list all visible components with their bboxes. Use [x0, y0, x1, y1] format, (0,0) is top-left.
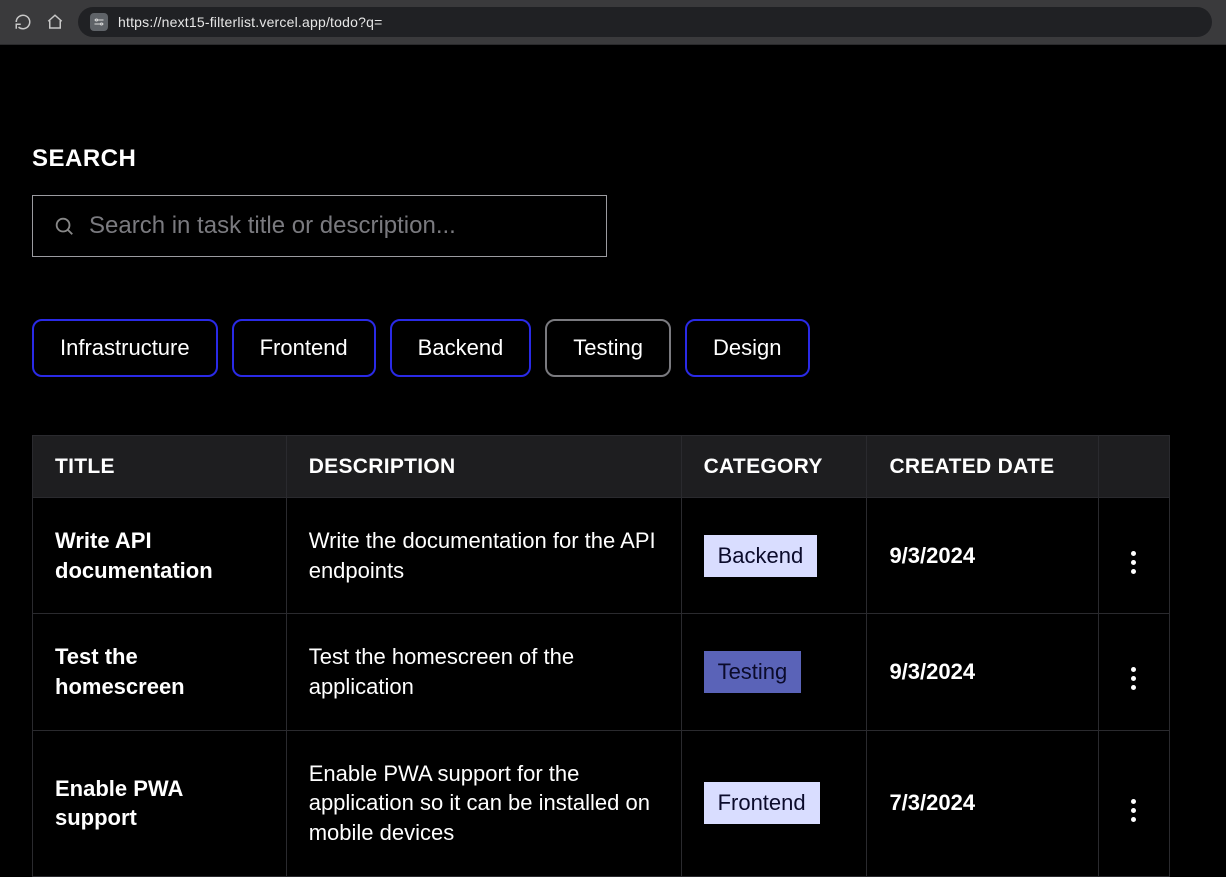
filter-row: Infrastructure Frontend Backend Testing …: [32, 319, 1194, 377]
th-category: CATEGORY: [681, 436, 867, 498]
th-description: DESCRIPTION: [286, 436, 681, 498]
filter-chip-design[interactable]: Design: [685, 319, 809, 377]
table-row: Enable PWA support Enable PWA support fo…: [33, 730, 1170, 876]
row-title: Write API documentation: [33, 498, 287, 614]
page-content: SEARCH Infrastructure Frontend Backend T…: [0, 45, 1226, 877]
filter-chip-backend[interactable]: Backend: [390, 319, 532, 377]
search-icon: [53, 215, 75, 237]
row-created: 9/3/2024: [867, 498, 1099, 614]
row-actions: [1098, 730, 1169, 876]
search-input[interactable]: [89, 212, 586, 240]
search-box[interactable]: [32, 195, 607, 257]
filter-chip-frontend[interactable]: Frontend: [232, 319, 376, 377]
more-menu-button[interactable]: [1121, 549, 1147, 575]
more-menu-button[interactable]: [1121, 666, 1147, 692]
filter-chip-testing[interactable]: Testing: [545, 319, 671, 377]
row-category: Backend: [681, 498, 867, 614]
category-badge: Backend: [704, 535, 818, 577]
row-title: Enable PWA support: [33, 730, 287, 876]
th-created: CREATED DATE: [867, 436, 1099, 498]
reload-icon[interactable]: [14, 13, 32, 31]
category-badge: Testing: [704, 651, 802, 693]
url-text: https://next15-filterlist.vercel.app/tod…: [118, 14, 382, 30]
row-description: Enable PWA support for the application s…: [286, 730, 681, 876]
row-description: Write the documentation for the API endp…: [286, 498, 681, 614]
th-title: TITLE: [33, 436, 287, 498]
tasks-table: TITLE DESCRIPTION CATEGORY CREATED DATE …: [32, 435, 1170, 877]
category-badge: Frontend: [704, 782, 820, 824]
search-label: SEARCH: [32, 145, 1194, 173]
row-actions: [1098, 614, 1169, 730]
browser-toolbar: https://next15-filterlist.vercel.app/tod…: [0, 0, 1226, 45]
home-icon[interactable]: [46, 13, 64, 31]
table-row: Test the homescreen Test the homescreen …: [33, 614, 1170, 730]
site-settings-icon[interactable]: [90, 13, 108, 31]
table-header-row: TITLE DESCRIPTION CATEGORY CREATED DATE: [33, 436, 1170, 498]
row-category: Testing: [681, 614, 867, 730]
row-actions: [1098, 498, 1169, 614]
row-category: Frontend: [681, 730, 867, 876]
address-bar[interactable]: https://next15-filterlist.vercel.app/tod…: [78, 7, 1212, 37]
row-created: 7/3/2024: [867, 730, 1099, 876]
th-actions: [1098, 436, 1169, 498]
row-created: 9/3/2024: [867, 614, 1099, 730]
more-menu-button[interactable]: [1121, 797, 1147, 823]
row-title: Test the homescreen: [33, 614, 287, 730]
filter-chip-infrastructure[interactable]: Infrastructure: [32, 319, 218, 377]
row-description: Test the homescreen of the application: [286, 614, 681, 730]
table-row: Write API documentation Write the docume…: [33, 498, 1170, 614]
